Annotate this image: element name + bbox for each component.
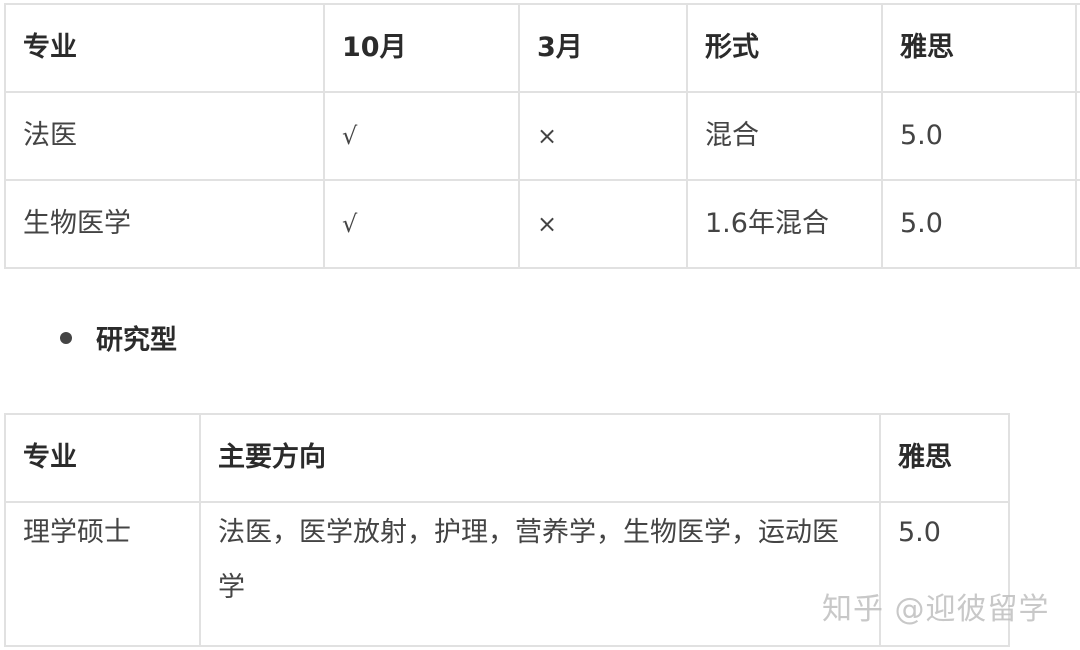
cross-icon: × [518,179,688,269]
cell-major: 生物医学 [4,179,325,269]
header-ielts: 雅思 [881,3,1077,93]
check-icon: √ [323,91,520,181]
cell-format: 混合 [686,91,883,181]
section-heading: 研究型 [96,325,177,356]
header-march: 3月 [518,3,688,93]
header-format: 形式 [686,3,883,93]
cell-major: 法医 [4,91,325,181]
cell-ielts: 5.0 [881,179,1077,269]
header-major: 专业 [4,413,201,503]
cell-format: 1.6年混合 [686,179,883,269]
cell-ielts: 5.0 [881,91,1077,181]
cell-extra [1075,179,1080,269]
header-ielts: 雅思 [879,413,1010,503]
bullet-dot-icon [60,331,72,344]
cell-major: 理学硕士 [4,501,201,647]
cross-icon: × [518,91,688,181]
cell-direction: 法医，医学放射，护理，营养学，生物医学，运动医学 [199,501,881,647]
watermark: 知乎 @迎彼留学 [822,592,1050,627]
cell-extra [1075,91,1080,181]
table-row: 生物医学 √ × 1.6年混合 5.0 [4,179,1080,269]
section-bullet: 研究型 [60,318,177,357]
table-row: 法医 √ × 混合 5.0 [4,91,1080,181]
intake-table: 专业 10月 3月 形式 雅思 法医 √ × 混合 5.0 生物医学 √ × 1… [4,3,1080,269]
header-october: 10月 [323,3,520,93]
header-extra [1075,3,1080,93]
table-header-row: 专业 主要方向 雅思 [4,413,1010,503]
check-icon: √ [323,179,520,269]
table-header-row: 专业 10月 3月 形式 雅思 [4,3,1080,93]
header-major: 专业 [4,3,325,93]
header-direction: 主要方向 [199,413,881,503]
